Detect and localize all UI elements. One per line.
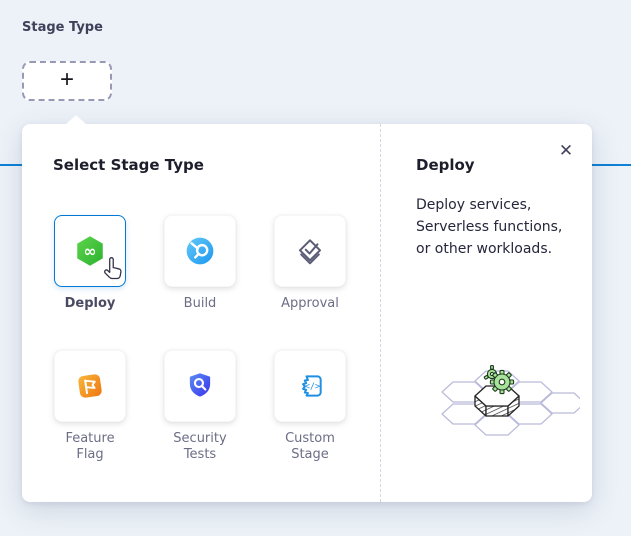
security-tests-shield-icon bbox=[184, 370, 216, 402]
stage-card-label-custom-stage: Custom Stage bbox=[274, 431, 346, 463]
stage-cell-build: Build bbox=[164, 215, 236, 312]
stage-card-label-approval: Approval bbox=[281, 296, 339, 312]
stage-type-label: Stage Type bbox=[22, 20, 103, 35]
stage-cell-custom-stage: </> Custom Stage bbox=[274, 350, 346, 463]
approval-diamond-check-icon bbox=[294, 235, 326, 267]
panel-separator bbox=[380, 124, 381, 502]
svg-text:∞: ∞ bbox=[84, 242, 97, 260]
stage-card-build[interactable] bbox=[164, 215, 236, 287]
popover-arrow bbox=[66, 115, 86, 124]
close-icon: ✕ bbox=[559, 142, 573, 159]
custom-stage-code-icon: </> bbox=[294, 370, 326, 402]
stage-card-custom-stage[interactable]: </> bbox=[274, 350, 346, 422]
stage-card-security-tests[interactable] bbox=[164, 350, 236, 422]
add-stage-button[interactable]: + bbox=[22, 61, 112, 101]
stage-cell-security-tests: Security Tests bbox=[164, 350, 236, 463]
stage-card-label-feature-flag: Feature Flag bbox=[54, 431, 126, 463]
close-button[interactable]: ✕ bbox=[552, 136, 580, 164]
stage-card-approval[interactable] bbox=[274, 215, 346, 287]
popover-title: Select Stage Type bbox=[53, 156, 204, 174]
stage-card-label-deploy: Deploy bbox=[65, 296, 116, 312]
select-stage-type-popover: Select Stage Type ✕ ∞ D bbox=[22, 124, 592, 502]
stage-cards-row-1: ∞ Deploy bbox=[54, 215, 346, 312]
stage-cell-deploy: ∞ Deploy bbox=[54, 215, 126, 312]
stage-card-label-security-tests: Security Tests bbox=[164, 431, 236, 463]
plus-icon: + bbox=[60, 68, 74, 92]
stage-card-feature-flag[interactable] bbox=[54, 350, 126, 422]
deploy-hexagon-illustration bbox=[420, 352, 580, 452]
detail-description: Deploy services, Serverless functions, o… bbox=[416, 194, 592, 260]
pipeline-canvas: Stage Type + Select Stage Type ✕ ∞ bbox=[0, 0, 631, 536]
stage-cell-feature-flag: Feature Flag bbox=[54, 350, 126, 463]
hand-cursor-icon bbox=[101, 257, 125, 283]
build-ci-magnifier-icon bbox=[184, 235, 216, 267]
stage-cell-approval: Approval bbox=[274, 215, 346, 312]
detail-title: Deploy bbox=[416, 156, 475, 174]
stage-card-deploy[interactable]: ∞ bbox=[54, 215, 126, 287]
feature-flag-icon bbox=[74, 370, 106, 402]
svg-text:</>: </> bbox=[305, 382, 320, 392]
stage-cards-row-2: Feature Flag Security Tests bbox=[54, 350, 346, 463]
stage-card-label-build: Build bbox=[184, 296, 217, 312]
